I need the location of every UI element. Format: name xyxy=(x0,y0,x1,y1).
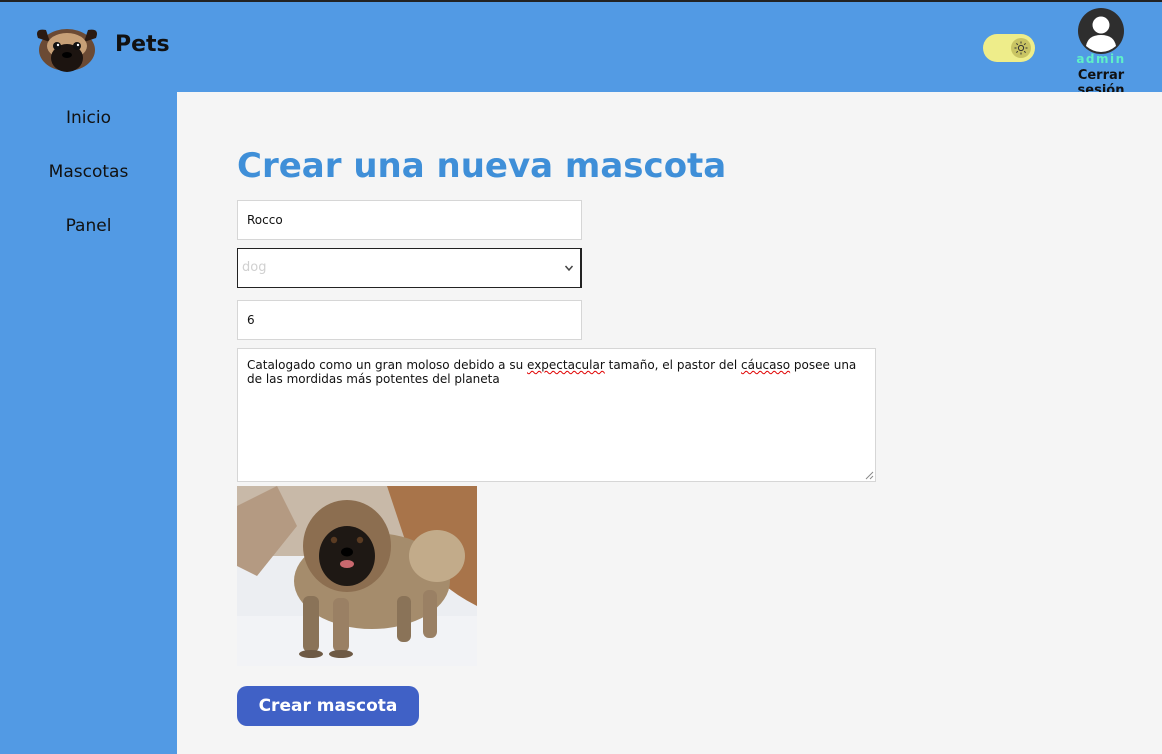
sidebar-item-panel[interactable]: Panel xyxy=(0,216,177,236)
brand-title: Pets xyxy=(115,32,170,57)
page-title: Crear una nueva mascota xyxy=(237,146,727,186)
sidebar-item-mascotas[interactable]: Mascotas xyxy=(0,162,177,182)
theme-toggle[interactable] xyxy=(983,34,1035,62)
app-header: Pets admin Cerrar sesión xyxy=(0,2,1162,98)
chevron-down-icon xyxy=(564,265,574,272)
main-content: Crear una nueva mascota dog Catalogado c… xyxy=(177,92,1162,754)
sidebar-item-inicio[interactable]: Inicio xyxy=(0,108,177,128)
user-avatar-icon[interactable] xyxy=(1078,8,1124,54)
description-misspelled-word-2: cáucaso xyxy=(741,358,791,372)
description-text-2: tamaño, el pastor del xyxy=(604,358,741,372)
description-text-1: Catalogado como un gran moloso debido a … xyxy=(247,358,528,372)
pug-logo xyxy=(32,24,102,74)
sun-icon xyxy=(1011,38,1031,58)
username-label: admin xyxy=(1076,52,1126,66)
pet-description-textarea[interactable]: Catalogado como un gran moloso debido a … xyxy=(237,348,876,482)
pet-type-select[interactable]: dog xyxy=(237,248,582,288)
resize-handle-icon[interactable] xyxy=(865,471,874,480)
pet-name-input[interactable] xyxy=(237,200,582,240)
pet-type-value: dog xyxy=(242,260,267,275)
pet-photo xyxy=(237,486,477,666)
create-pet-button[interactable]: Crear mascota xyxy=(237,686,419,726)
sidebar: Inicio Mascotas Panel xyxy=(0,92,177,754)
description-misspelled-word-1: expectacular xyxy=(527,358,605,372)
user-menu: admin Cerrar sesión xyxy=(1055,8,1147,98)
pet-age-input[interactable] xyxy=(237,300,582,340)
